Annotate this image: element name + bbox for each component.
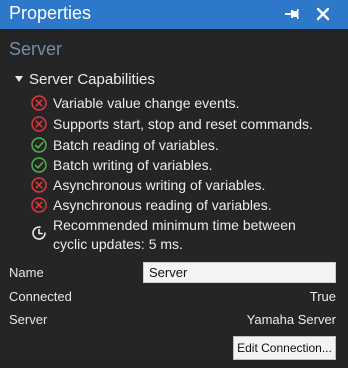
error-circle-icon — [31, 116, 47, 132]
capability-text: Batch writing of variables. — [53, 157, 213, 173]
panel-title: Properties — [9, 3, 92, 23]
capability-text: Recommended minimum time between cyclic … — [53, 217, 296, 252]
capability-text: Supports start, stop and reset commands. — [53, 116, 313, 132]
expand-triangle-icon[interactable] — [15, 76, 23, 82]
capability-text: Asynchronous reading of variables. — [53, 197, 272, 213]
pin-icon[interactable] — [283, 6, 299, 22]
check-circle-icon — [31, 137, 47, 153]
capability-text: Asynchronous writing of variables. — [53, 177, 266, 193]
capability-text: Batch reading of variables. — [53, 137, 219, 153]
capabilities-section-label: Server Capabilities — [29, 71, 155, 88]
server-value: Yamaha Server — [246, 312, 336, 327]
name-label: Name — [9, 265, 44, 280]
server-label: Server — [9, 312, 48, 327]
check-circle-icon — [31, 157, 47, 173]
object-name-heading: Server — [9, 39, 63, 59]
close-icon[interactable] — [315, 6, 331, 22]
name-field[interactable] — [143, 262, 336, 283]
capabilities-section-header[interactable]: Server Capabilities — [15, 71, 155, 88]
error-circle-icon — [31, 197, 47, 213]
capability-text: Variable value change events. — [53, 95, 240, 111]
error-circle-icon — [31, 177, 47, 193]
connected-label: Connected — [9, 289, 72, 304]
connected-value: True — [309, 289, 336, 304]
edit-connection-button[interactable]: Edit Connection... — [233, 336, 336, 360]
error-circle-icon — [31, 95, 47, 111]
clock-icon — [31, 225, 47, 241]
panel-title-bar: Properties — [0, 0, 348, 29]
